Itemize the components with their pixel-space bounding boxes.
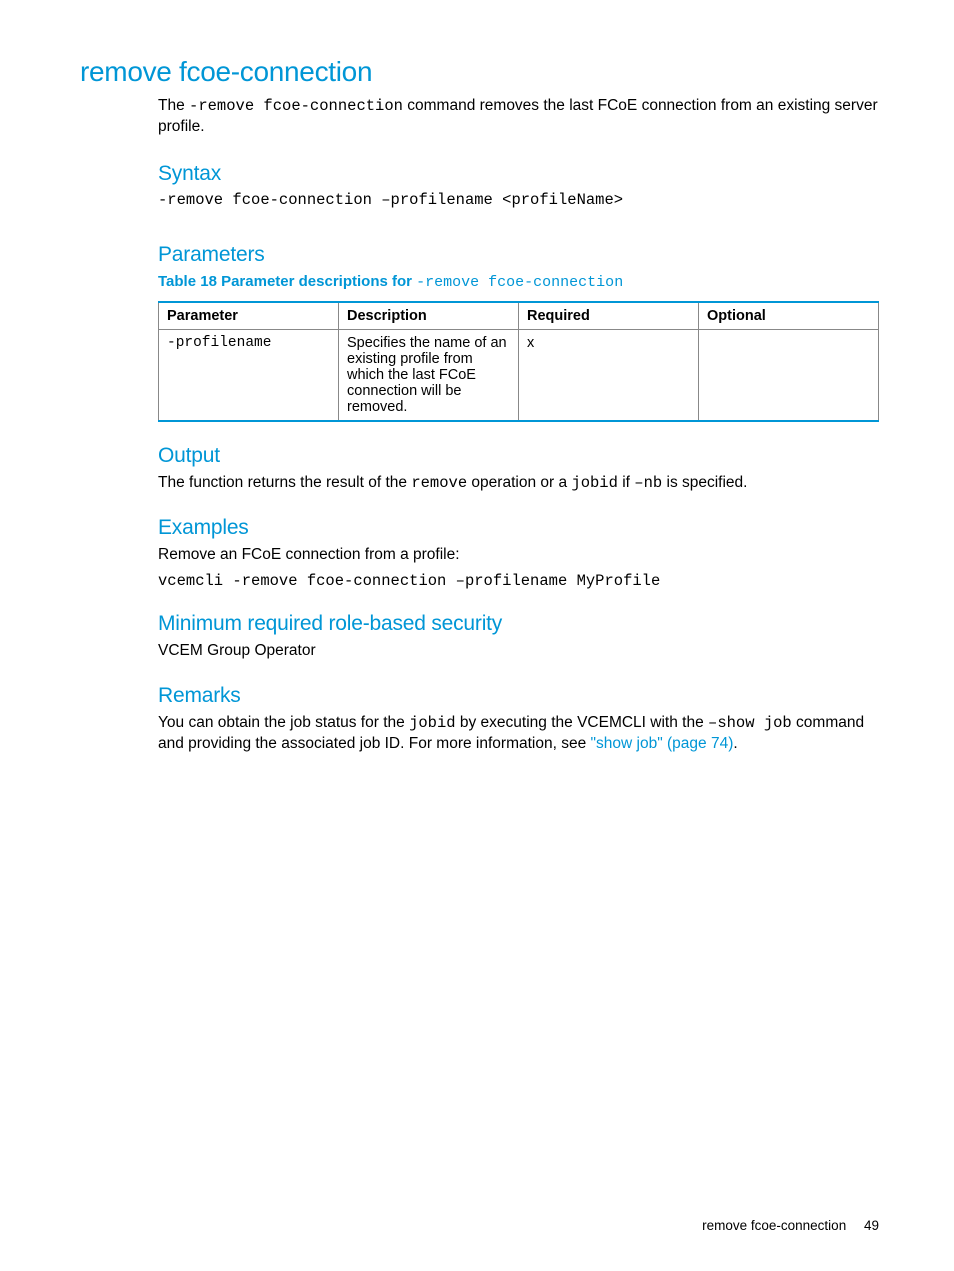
table-caption: Table 18 Parameter descriptions for -rem… [158, 273, 879, 291]
page-title: remove fcoe-connection [80, 56, 879, 88]
page-footer: remove fcoe-connection 49 [702, 1218, 879, 1233]
table-header-row: Parameter Description Required Optional [159, 302, 879, 330]
td-description: Specifies the name of an existing profil… [339, 329, 519, 421]
output-text-4: is specified. [662, 474, 747, 491]
output-text-1: The function returns the result of the [158, 474, 411, 491]
remarks-text-1: You can obtain the job status for the [158, 714, 409, 731]
security-heading: Minimum required role-based security [158, 612, 879, 636]
syntax-heading: Syntax [158, 162, 879, 186]
td-required: x [519, 329, 699, 421]
footer-label: remove fcoe-connection [702, 1218, 846, 1233]
output-text-2: operation or a [467, 474, 571, 491]
remarks-text-4: . [733, 735, 737, 752]
parameters-heading: Parameters [158, 243, 879, 267]
examples-heading: Examples [158, 516, 879, 540]
intro-text: The -remove fcoe-connection command remo… [158, 96, 879, 138]
remarks-text-2: by executing the VCEMCLI with the [456, 714, 708, 731]
remarks-code-1: jobid [409, 714, 456, 732]
remarks-code-2: –show job [708, 714, 792, 732]
remarks-heading: Remarks [158, 684, 879, 708]
footer-page-number: 49 [864, 1218, 879, 1233]
examples-intro: Remove an FCoE connection from a profile… [158, 545, 879, 566]
th-description: Description [339, 302, 519, 330]
output-heading: Output [158, 444, 879, 468]
output-code-2: jobid [571, 474, 618, 492]
table-row: -profilename Specifies the name of an ex… [159, 329, 879, 421]
td-parameter: -profilename [159, 329, 339, 421]
th-parameter: Parameter [159, 302, 339, 330]
th-required: Required [519, 302, 699, 330]
output-text: The function returns the result of the r… [158, 473, 879, 494]
remarks-text: You can obtain the job status for the jo… [158, 713, 879, 755]
intro-pre: The [158, 97, 189, 114]
syntax-code: -remove fcoe-connection –profilename <pr… [158, 191, 879, 209]
examples-code: vcemcli -remove fcoe-connection –profile… [158, 572, 879, 590]
output-text-3: if [618, 474, 634, 491]
remarks-link[interactable]: "show job" (page 74) [591, 735, 734, 752]
td-optional [699, 329, 879, 421]
security-text: VCEM Group Operator [158, 641, 879, 662]
table-caption-code: -remove fcoe-connection [416, 274, 623, 291]
table-caption-prefix: Table 18 Parameter descriptions for [158, 273, 416, 290]
parameters-table: Parameter Description Required Optional … [158, 301, 879, 422]
intro-command-code: -remove fcoe-connection [189, 97, 403, 115]
output-code-1: remove [411, 474, 467, 492]
th-optional: Optional [699, 302, 879, 330]
output-code-3: –nb [634, 474, 662, 492]
